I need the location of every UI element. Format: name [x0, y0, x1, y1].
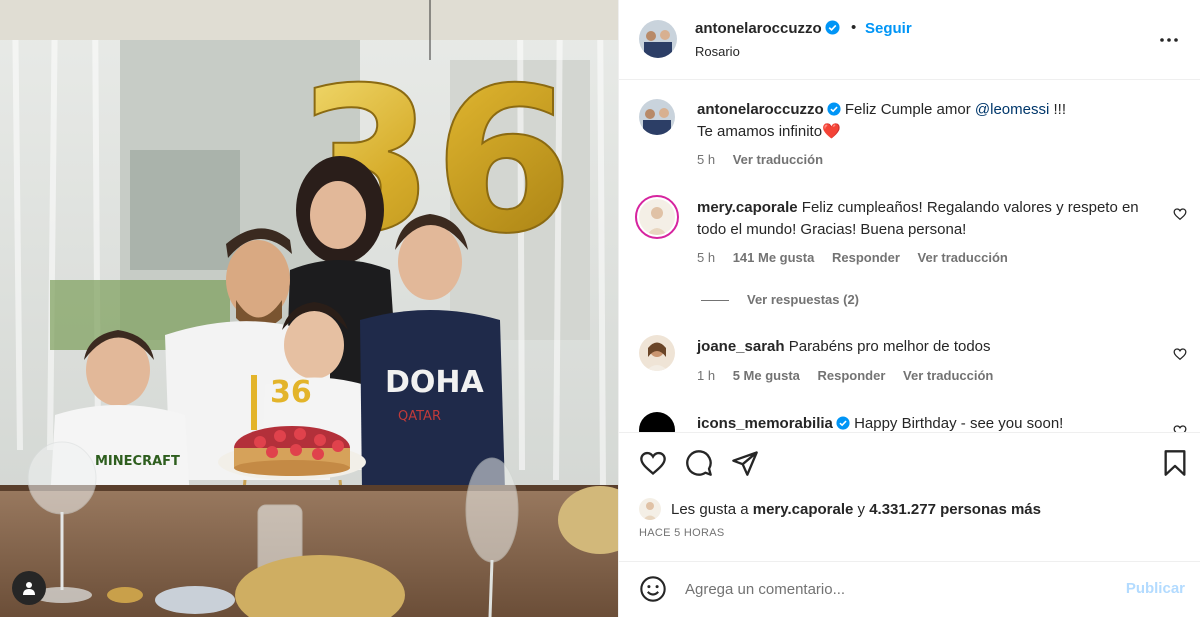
caption-username[interactable]: antonelaroccuzzo [697, 101, 841, 118]
share-icon[interactable] [731, 449, 759, 477]
comment-username[interactable]: mery.caporale [697, 199, 798, 216]
action-bar [619, 432, 1200, 492]
comment-avatar[interactable] [635, 195, 679, 239]
separator-dot: • [851, 19, 857, 36]
translate-button[interactable]: Ver traducción [903, 368, 993, 383]
red-heart-emoji: ❤️ [822, 123, 841, 140]
post-panel: antonelaroccuzzo • Seguir Rosario antone… [618, 0, 1200, 617]
author-avatar[interactable] [639, 20, 677, 58]
post-timestamp[interactable]: HACE 5 HORAS [639, 527, 725, 539]
user-tag-button[interactable] [12, 571, 46, 605]
emoji-icon[interactable] [639, 575, 667, 603]
svg-text:QATAR: QATAR [398, 409, 441, 424]
post-header: antonelaroccuzzo • Seguir Rosario [619, 0, 1200, 80]
likes-count[interactable]: 4.331.277 personas más [869, 501, 1041, 518]
caption-mention[interactable]: @leomessi [975, 101, 1049, 118]
liker-avatar[interactable] [639, 498, 661, 520]
post-image: 36 MINECRAFT DOHA QATAR 36 [0, 0, 618, 617]
more-icon[interactable] [1157, 28, 1181, 52]
comment-composer: Publicar [619, 561, 1200, 617]
heart-icon[interactable] [1173, 207, 1187, 221]
cake-topper: 36 [270, 375, 312, 410]
post-location[interactable]: Rosario [695, 44, 740, 59]
caption-text: Feliz Cumple amor [844, 101, 971, 118]
comment-username[interactable]: joane_sarah [697, 338, 785, 355]
likes-joiner: y [857, 500, 866, 518]
caption-line2: Te amamos infinito [697, 123, 823, 140]
svg-text:MINECRAFT: MINECRAFT [95, 454, 180, 469]
liker-username[interactable]: mery.caporale [753, 501, 854, 518]
likes-prefix: Les gusta a [671, 500, 749, 518]
caption-text-end: !!! [1053, 101, 1067, 118]
verified-icon [836, 416, 850, 430]
post-photo[interactable]: 36 MINECRAFT DOHA QATAR 36 [0, 0, 618, 617]
caption-time[interactable]: 5 h [697, 152, 715, 167]
caption-avatar[interactable] [639, 99, 675, 135]
svg-text:DOHA: DOHA [385, 365, 485, 400]
verified-icon [827, 102, 841, 116]
author-username[interactable]: antonelaroccuzzo [695, 20, 840, 37]
view-replies-button[interactable]: Ver respuestas (2) [701, 292, 859, 307]
follow-button[interactable]: Seguir [865, 20, 912, 37]
heart-icon[interactable] [1173, 424, 1187, 432]
comment-username[interactable]: icons_memorabilia [697, 415, 850, 432]
bookmark-icon[interactable] [1161, 449, 1189, 477]
comment-input[interactable] [685, 576, 1105, 602]
comment-likes[interactable]: 5 Me gusta [733, 368, 800, 383]
comment-time[interactable]: 1 h [697, 368, 715, 383]
comment-icon[interactable] [685, 449, 713, 477]
verified-icon [825, 20, 840, 35]
comment-likes[interactable]: 141 Me gusta [733, 250, 815, 265]
translate-button[interactable]: Ver traducción [918, 250, 1008, 265]
heart-icon[interactable] [1173, 347, 1187, 361]
comment-avatar[interactable] [639, 335, 675, 371]
heart-icon[interactable] [639, 449, 667, 477]
comment-avatar[interactable] [639, 412, 675, 432]
replies-divider [701, 300, 729, 302]
comments-list[interactable]: antonelaroccuzzo Feliz Cumple amor @leom… [619, 81, 1200, 432]
reply-button[interactable]: Responder [832, 250, 900, 265]
comment-text: Parabéns pro melhor de todos [788, 338, 991, 355]
reply-button[interactable]: Responder [818, 368, 886, 383]
caption-translate[interactable]: Ver traducción [733, 152, 823, 167]
user-tag-icon [23, 582, 35, 595]
comment-time[interactable]: 5 h [697, 250, 715, 265]
publish-button[interactable]: Publicar [1126, 580, 1185, 597]
comment-text: Happy Birthday - see you soon! [854, 415, 1064, 432]
likes-summary: Les gusta a mery.caporale y 4.331.277 pe… [639, 498, 1041, 520]
